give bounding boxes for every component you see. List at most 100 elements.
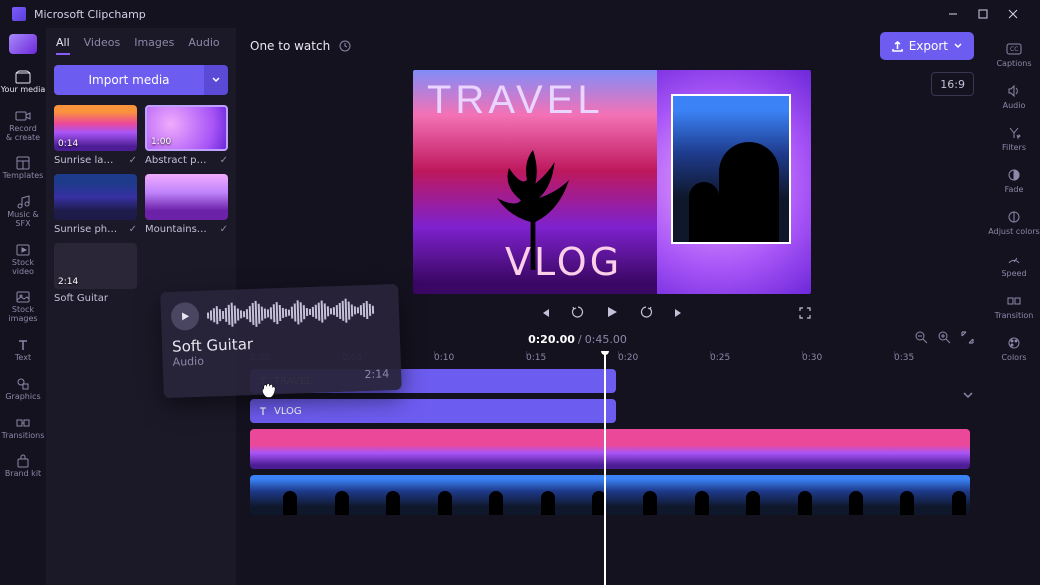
media-tabs: All Videos Images Audio bbox=[54, 36, 228, 55]
clipchamp-logo-icon bbox=[9, 34, 37, 54]
media-name: Abstract pink… bbox=[145, 155, 209, 166]
overlay-subtitle: VLOG bbox=[505, 240, 622, 284]
clip-label: VLOG bbox=[274, 406, 302, 417]
forward-button[interactable] bbox=[639, 304, 653, 323]
media-name: Sunrise land… bbox=[54, 155, 118, 166]
app-title: Microsoft Clipchamp bbox=[34, 8, 938, 21]
tab-videos[interactable]: Videos bbox=[84, 36, 121, 55]
media-thumbnail: 1:00 bbox=[145, 105, 228, 151]
media-name: Mountains… bbox=[145, 224, 207, 235]
video-clip[interactable] bbox=[250, 429, 970, 469]
rewind-button[interactable] bbox=[571, 304, 585, 323]
text-icon bbox=[258, 406, 268, 416]
sidebar-item-label: Audio bbox=[1003, 101, 1026, 110]
sidebar-item-label: Adjust colors bbox=[988, 227, 1039, 236]
media-item[interactable]: Sunrise photo✓ bbox=[54, 174, 137, 235]
video-clip[interactable] bbox=[250, 475, 970, 515]
sidebar-item-label: Your media bbox=[1, 86, 46, 95]
ruler-tick: 0:35 bbox=[894, 353, 914, 363]
video-track bbox=[250, 475, 974, 515]
sidebar-item-label: Colors bbox=[1001, 353, 1026, 362]
sidebar-item-brand-kit[interactable]: Brand kit bbox=[0, 448, 46, 485]
close-button[interactable] bbox=[998, 3, 1028, 25]
sidebar-item-your-media[interactable]: Your media bbox=[0, 64, 46, 101]
sidebar-item-label: Stock images bbox=[8, 306, 37, 324]
media-thumbnail bbox=[54, 174, 137, 220]
tab-images[interactable]: Images bbox=[134, 36, 174, 55]
sidebar-item-label: Transition bbox=[995, 311, 1034, 320]
sidebar-item-transitions[interactable]: Transitions bbox=[0, 410, 46, 447]
sidebar-item-filters[interactable]: Filters bbox=[988, 120, 1040, 158]
sidebar-item-label: Templates bbox=[3, 172, 44, 181]
sidebar-item-label: Brand kit bbox=[5, 470, 41, 479]
zoom-out-button[interactable] bbox=[915, 331, 928, 347]
sidebar-item-stock-video[interactable]: Stock video bbox=[0, 237, 46, 283]
sidebar-item-music[interactable]: Music & SFX bbox=[0, 189, 46, 235]
ruler-tick: 0:30 bbox=[802, 353, 822, 363]
sidebar-item-adjust-colors[interactable]: Adjust colors bbox=[988, 204, 1040, 242]
sidebar-item-label: Fade bbox=[1005, 185, 1024, 194]
media-item[interactable]: Mountains… ✓ bbox=[145, 174, 228, 235]
skip-back-button[interactable] bbox=[539, 304, 551, 323]
skip-forward-button[interactable] bbox=[673, 304, 685, 323]
maximize-button[interactable] bbox=[968, 3, 998, 25]
media-item[interactable]: 0:14 Sunrise land…✓ bbox=[54, 105, 137, 166]
sidebar-item-label: Filters bbox=[1002, 143, 1026, 152]
right-sidebar: CC Captions Audio Filters Fade Adjust co… bbox=[988, 28, 1040, 585]
sidebar-item-stock-images[interactable]: Stock images bbox=[0, 284, 46, 330]
sidebar-item-captions[interactable]: CC Captions bbox=[988, 36, 1040, 74]
fit-timeline-button[interactable] bbox=[961, 331, 974, 347]
playhead[interactable] bbox=[604, 351, 606, 585]
sidebar-item-colors[interactable]: Colors bbox=[988, 330, 1040, 368]
sidebar-item-label: Text bbox=[15, 354, 31, 363]
sidebar-item-graphics[interactable]: Graphics bbox=[0, 371, 46, 408]
current-time: 0:20.00 bbox=[528, 333, 575, 346]
dragged-media-card[interactable]: Soft Guitar Audio 2:14 bbox=[160, 284, 402, 398]
tab-audio[interactable]: Audio bbox=[188, 36, 219, 55]
aspect-ratio-button[interactable]: 16:9 bbox=[931, 72, 974, 96]
sidebar-item-text[interactable]: Text bbox=[0, 332, 46, 369]
check-icon: ✓ bbox=[220, 155, 228, 166]
play-button[interactable] bbox=[605, 304, 619, 323]
total-time: 0:45.00 bbox=[585, 333, 627, 346]
waveform-icon bbox=[207, 294, 390, 330]
title-bar: Microsoft Clipchamp bbox=[0, 0, 1040, 28]
sidebar-item-fade[interactable]: Fade bbox=[988, 162, 1040, 200]
text-track: VLOG bbox=[250, 399, 974, 423]
text-clip[interactable]: VLOG bbox=[250, 399, 616, 423]
project-bar: One to watch Export bbox=[236, 28, 988, 64]
media-duration: 0:14 bbox=[58, 139, 78, 149]
sidebar-item-speed[interactable]: Speed bbox=[988, 246, 1040, 284]
zoom-in-button[interactable] bbox=[938, 331, 951, 347]
ruler-tick: 0:25 bbox=[710, 353, 730, 363]
minimize-button[interactable] bbox=[938, 3, 968, 25]
sidebar-item-label: Stock video bbox=[0, 259, 46, 277]
video-canvas[interactable]: TRAVEL VLOG bbox=[413, 70, 811, 294]
project-name[interactable]: One to watch bbox=[250, 39, 330, 53]
media-thumbnail: 2:14 bbox=[54, 243, 137, 289]
sidebar-item-templates[interactable]: Templates bbox=[0, 150, 46, 187]
video-track bbox=[250, 429, 974, 469]
export-label: Export bbox=[909, 39, 948, 53]
svg-text:CC: CC bbox=[1010, 46, 1018, 53]
tab-all[interactable]: All bbox=[56, 36, 70, 55]
import-media-button[interactable]: Import media bbox=[54, 65, 204, 95]
check-icon: ✓ bbox=[220, 224, 228, 235]
sidebar-item-label: Music & SFX bbox=[7, 211, 39, 229]
sidebar-item-label: Record & create bbox=[6, 125, 40, 143]
media-grid: 0:14 Sunrise land…✓ 1:00 Abstract pink…✓… bbox=[54, 105, 228, 304]
media-duration: 2:14 bbox=[58, 277, 78, 287]
sidebar-item-label: Graphics bbox=[5, 393, 40, 402]
sidebar-item-label: Transitions bbox=[2, 432, 45, 441]
export-button[interactable]: Export bbox=[880, 32, 974, 60]
sidebar-item-record[interactable]: Record & create bbox=[0, 103, 46, 149]
ruler-tick: 0:10 bbox=[434, 353, 454, 363]
sidebar-item-audio[interactable]: Audio bbox=[988, 78, 1040, 116]
preview-play-button[interactable] bbox=[171, 302, 200, 331]
fullscreen-button[interactable] bbox=[799, 304, 811, 323]
media-item[interactable]: 2:14 Soft Guitar bbox=[54, 243, 137, 304]
import-dropdown-button[interactable] bbox=[204, 65, 228, 95]
grab-cursor-icon bbox=[257, 378, 280, 401]
sidebar-item-transition[interactable]: Transition bbox=[988, 288, 1040, 326]
media-item[interactable]: 1:00 Abstract pink… ✓ bbox=[145, 105, 228, 166]
